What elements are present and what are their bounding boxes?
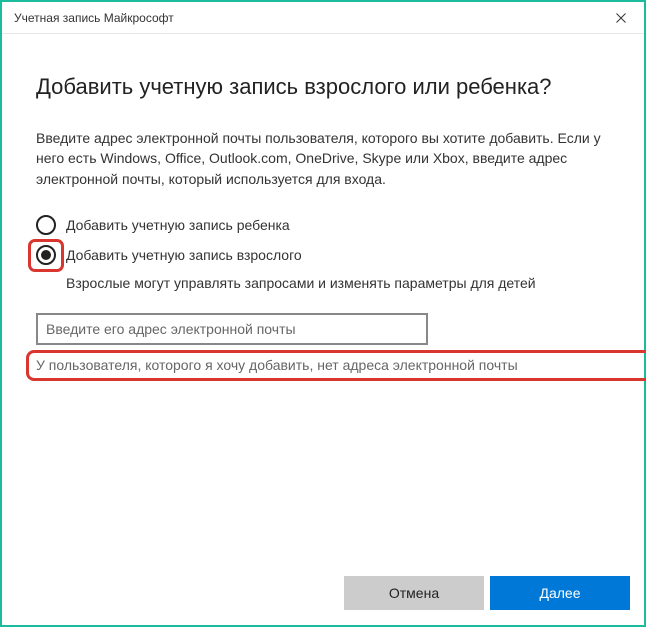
dialog-footer: Отмена Далее (2, 561, 644, 625)
page-heading: Добавить учетную запись взрослого или ре… (36, 74, 610, 100)
radio-icon (36, 215, 56, 235)
radio-label-adult: Добавить учетную запись взрослого (66, 247, 302, 263)
next-button[interactable]: Далее (490, 576, 630, 610)
no-email-link[interactable]: У пользователя, которого я хочу добавить… (36, 357, 518, 373)
window-title: Учетная запись Майкрософт (14, 11, 174, 25)
radio-option-child[interactable]: Добавить учетную запись ребенка (36, 215, 610, 235)
adult-note-text: Взрослые могут управлять запросами и изм… (66, 275, 610, 291)
dialog-window: Учетная запись Майкрософт Добавить учетн… (0, 0, 646, 627)
radio-icon (36, 245, 56, 265)
close-icon (616, 13, 626, 23)
titlebar: Учетная запись Майкрософт (2, 2, 644, 34)
close-button[interactable] (598, 2, 644, 34)
radio-option-adult[interactable]: Добавить учетную запись взрослого (36, 245, 610, 265)
description-text: Введите адрес электронной почты пользова… (36, 128, 610, 189)
cancel-button[interactable]: Отмена (344, 576, 484, 610)
email-input[interactable] (36, 313, 428, 345)
radio-label-child: Добавить учетную запись ребенка (66, 217, 290, 233)
dialog-content: Добавить учетную запись взрослого или ре… (2, 34, 644, 561)
account-type-radio-group: Добавить учетную запись ребенка Добавить… (36, 215, 610, 265)
